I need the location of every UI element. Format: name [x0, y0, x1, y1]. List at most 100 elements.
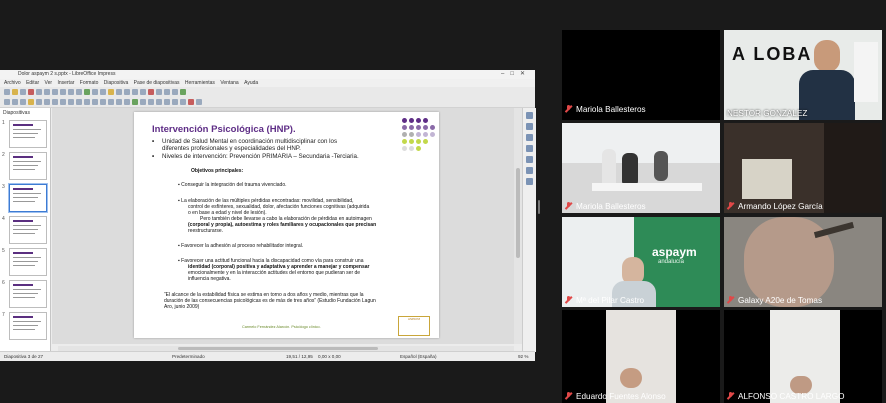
rotate-icon[interactable] — [140, 99, 146, 105]
menu-ventana[interactable]: Ventana — [220, 80, 238, 86]
gallery-icon[interactable] — [526, 167, 533, 174]
arrow-icon[interactable] — [44, 99, 50, 105]
bullet-2: • Niveles de intervención: Prevención PRI… — [152, 153, 359, 160]
fontwork-icon[interactable] — [140, 89, 146, 95]
flowchart-icon[interactable] — [108, 99, 114, 105]
layout-name: Predeterminado — [172, 354, 205, 359]
slide-transition-icon[interactable] — [526, 123, 533, 130]
align-icon[interactable] — [148, 99, 154, 105]
banner-subtitle: andalucía — [658, 259, 685, 265]
slide-thumbnail[interactable] — [9, 216, 47, 244]
symbol-shapes-icon[interactable] — [92, 99, 98, 105]
open-icon[interactable] — [12, 89, 18, 95]
slide-footer: Carmelo Fernández Alarcón. Psicólogo clí… — [242, 325, 321, 329]
zoom-icon[interactable] — [12, 99, 18, 105]
ellipse-icon[interactable] — [60, 99, 66, 105]
filter-icon[interactable] — [180, 99, 186, 105]
objective-2-cont: reestructurarse. — [188, 228, 224, 234]
undo-icon[interactable] — [68, 89, 74, 95]
video-tile-pilar[interactable]: aspaym andalucía Mª del Pilar Castro — [562, 217, 720, 307]
window-title: Dolor aspaym 2 s.pptx - LibreOffice Impr… — [18, 71, 116, 77]
master-slides-icon[interactable] — [526, 145, 533, 152]
redo-icon[interactable] — [76, 89, 82, 95]
menu-ayuda[interactable]: Ayuda — [244, 80, 258, 86]
stars-icon[interactable] — [124, 99, 130, 105]
banner-title: aspaym — [652, 245, 697, 259]
save-icon[interactable] — [20, 89, 26, 95]
menu-formato[interactable]: Formato — [80, 80, 99, 86]
menu-ver[interactable]: Ver — [45, 80, 53, 86]
basic-shapes-icon[interactable] — [84, 99, 90, 105]
toggle-extrusion-icon[interactable] — [196, 99, 202, 105]
mic-off-icon — [727, 392, 734, 400]
participant-name: ALFONSO CASTRO LARGO — [727, 392, 844, 401]
image-icon[interactable] — [108, 89, 114, 95]
video-tile-nestor[interactable]: A LOBA NESTOR GONZALEZ — [724, 30, 882, 120]
slide-thumbnail[interactable] — [9, 312, 47, 340]
animation-icon[interactable] — [526, 134, 533, 141]
slide-icon[interactable] — [156, 89, 162, 95]
menu-diapositiva[interactable]: Diapositiva — [104, 80, 128, 86]
table-icon[interactable] — [100, 89, 106, 95]
properties-icon[interactable] — [526, 112, 533, 119]
menu-insertar[interactable]: Insertar — [57, 80, 74, 86]
special-char-icon[interactable] — [132, 89, 138, 95]
chart-icon[interactable] — [116, 89, 122, 95]
mic-off-icon — [565, 296, 572, 304]
new-icon[interactable] — [4, 89, 10, 95]
print-icon[interactable] — [36, 89, 42, 95]
slide[interactable]: Intervención Psicológica (HNP). • Unidad … — [134, 112, 439, 338]
line-icon[interactable] — [36, 99, 42, 105]
select-icon[interactable] — [4, 99, 10, 105]
styles-icon[interactable] — [526, 156, 533, 163]
paste-icon[interactable] — [60, 89, 66, 95]
window-controls[interactable]: –□✕ — [501, 70, 531, 79]
slide-thumbnail[interactable] — [9, 120, 47, 148]
fill-icon[interactable] — [28, 99, 34, 105]
display-icon[interactable] — [172, 89, 178, 95]
video-tile-alfonso[interactable]: ALFONSO CASTRO LARGO — [724, 310, 882, 403]
master-icon[interactable] — [180, 89, 186, 95]
export-pdf-icon[interactable] — [28, 89, 34, 95]
spellcheck-icon[interactable] — [84, 89, 90, 95]
textbox-icon[interactable] — [124, 89, 130, 95]
arrange-icon[interactable] — [156, 99, 162, 105]
layout-icon[interactable] — [164, 89, 170, 95]
callouts-icon[interactable] — [116, 99, 122, 105]
menu-editar[interactable]: Editar — [26, 80, 39, 86]
mic-off-icon — [565, 105, 572, 113]
ceiling-fan — [813, 221, 855, 239]
grid-icon[interactable] — [92, 89, 98, 95]
copy-icon[interactable] — [52, 89, 58, 95]
panel-title: Diapositivas — [3, 110, 30, 116]
rectangle-icon[interactable] — [52, 99, 58, 105]
connector-icon[interactable] — [76, 99, 82, 105]
start-show-icon[interactable] — [148, 89, 154, 95]
glue-icon[interactable] — [188, 99, 194, 105]
video-tile-mariola[interactable]: Mariola Ballesteros — [562, 123, 720, 213]
mic-off-icon — [565, 392, 572, 400]
panel-divider[interactable] — [537, 0, 541, 403]
slide-thumbnail-selected[interactable] — [9, 184, 47, 212]
menu-pase[interactable]: Pase de diapositivas — [134, 80, 180, 86]
cut-icon[interactable] — [44, 89, 50, 95]
text-icon[interactable] — [20, 99, 26, 105]
slide-thumbnail[interactable] — [9, 152, 47, 180]
curve-icon[interactable] — [68, 99, 74, 105]
crop-icon[interactable] — [172, 99, 178, 105]
3d-icon[interactable] — [132, 99, 138, 105]
video-tile-tomas[interactable]: Galaxy A20e de Tomas — [724, 217, 882, 307]
participant-name: Galaxy A20e de Tomas — [727, 296, 822, 305]
menu-archivo[interactable]: Archivo — [4, 80, 21, 86]
vertical-scrollbar[interactable] — [514, 108, 522, 344]
navigator-icon[interactable] — [526, 178, 533, 185]
participant-name: Armando López García — [727, 202, 823, 211]
block-arrows-icon[interactable] — [100, 99, 106, 105]
slide-thumbnail[interactable] — [9, 248, 47, 276]
video-tile-armando[interactable]: Armando López García — [724, 123, 882, 213]
video-tile-eduardo[interactable]: Eduardo Fuentes Alonso — [562, 310, 720, 403]
window — [742, 159, 792, 199]
shadow-icon[interactable] — [164, 99, 170, 105]
menu-herramientas[interactable]: Herramientas — [185, 80, 215, 86]
slide-thumbnail[interactable] — [9, 280, 47, 308]
